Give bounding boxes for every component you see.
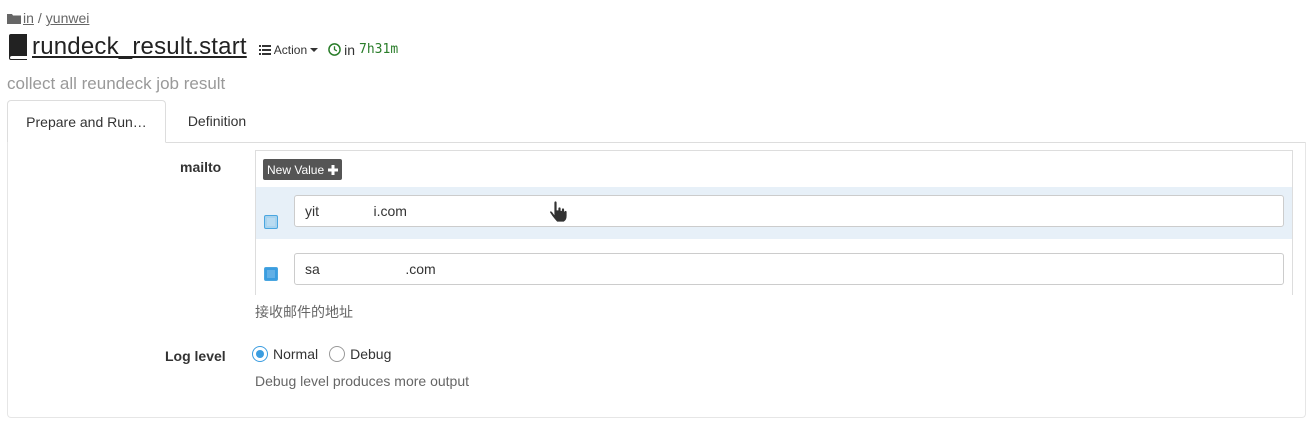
new-value-button[interactable]: New Value xyxy=(263,159,343,180)
log-level-normal-radio[interactable] xyxy=(252,346,268,362)
breadcrumb-group-link[interactable]: in xyxy=(23,10,34,26)
list-icon xyxy=(258,45,271,55)
mailto-value-checkbox[interactable] xyxy=(264,215,278,229)
job-header: rundeck_result.start Action in 7h31m xyxy=(7,33,398,61)
plus-icon xyxy=(328,164,339,175)
breadcrumb: in / yunwei xyxy=(7,10,89,26)
tab-definition[interactable]: Definition xyxy=(167,100,267,142)
mailto-value-row: yit i.com xyxy=(256,187,1292,239)
caret-down-icon xyxy=(310,48,319,52)
mailto-value-input[interactable]: sa .com xyxy=(294,253,1284,285)
clock-icon xyxy=(328,43,341,56)
job-description: collect all reundeck job result xyxy=(7,74,226,93)
log-level-radio-group: Normal Debug xyxy=(252,346,402,362)
log-level-debug-radio[interactable] xyxy=(329,346,346,362)
mailto-value-checkbox[interactable] xyxy=(264,267,278,281)
book-icon xyxy=(9,34,27,60)
job-title-link[interactable]: rundeck_result.start xyxy=(32,33,247,61)
breadcrumb-separator: / xyxy=(37,10,42,26)
mailto-value-row: sa .com xyxy=(256,243,1292,295)
mailto-label: mailto xyxy=(180,159,222,175)
folder-icon xyxy=(7,13,21,24)
log-level-debug-label[interactable]: Debug xyxy=(350,346,391,362)
mailto-value-input[interactable]: yit i.com xyxy=(294,195,1284,227)
hand-pointer-icon xyxy=(549,201,567,223)
log-level-hint: Debug level produces more output xyxy=(255,373,470,389)
schedule-prefix: in xyxy=(344,41,356,58)
tab-prepare-and-run[interactable]: Prepare and Run… xyxy=(7,100,166,143)
breadcrumb-project-link[interactable]: yunwei xyxy=(46,10,90,26)
tab-bar: Prepare and Run… Definition xyxy=(7,100,1306,143)
mailto-hint: 接收邮件的地址 xyxy=(255,304,353,320)
new-value-label: New Value xyxy=(267,162,325,177)
log-level-label: Log level xyxy=(165,348,226,364)
schedule-time: 7h31m xyxy=(359,42,399,57)
action-label: Action xyxy=(273,43,308,57)
log-level-normal-label[interactable]: Normal xyxy=(273,346,318,362)
next-schedule: in 7h31m xyxy=(328,42,398,58)
action-dropdown[interactable]: Action xyxy=(258,43,319,57)
mailto-values-box: New Value yit i.com sa .com xyxy=(255,150,1293,295)
